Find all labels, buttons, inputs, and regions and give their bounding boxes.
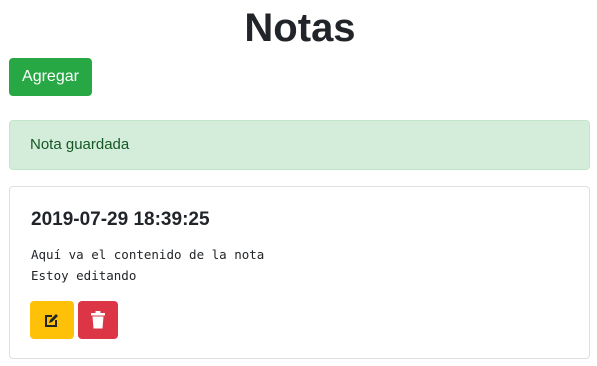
note-date: 2019-07-29 18:39:25 (31, 209, 210, 230)
success-alert: Nota guardada (9, 120, 590, 170)
note-content-line: Estoy editando (31, 268, 137, 283)
note-content-line: Aquí va el contenido de la nota (31, 247, 265, 262)
edit-note-button[interactable] (30, 301, 74, 339)
add-note-button[interactable]: Agregar (9, 58, 92, 96)
page-title: Notas (244, 6, 356, 50)
delete-note-button[interactable] (78, 301, 118, 339)
notes-page: Notas Agregar Nota guardada 2019-07-29 1… (0, 0, 597, 366)
note-content: Aquí va el contenido de la nota Estoy ed… (31, 244, 264, 286)
edit-icon (43, 311, 61, 329)
note-card: 2019-07-29 18:39:25 Aquí va el contenido… (9, 186, 590, 359)
trash-icon (91, 311, 105, 329)
